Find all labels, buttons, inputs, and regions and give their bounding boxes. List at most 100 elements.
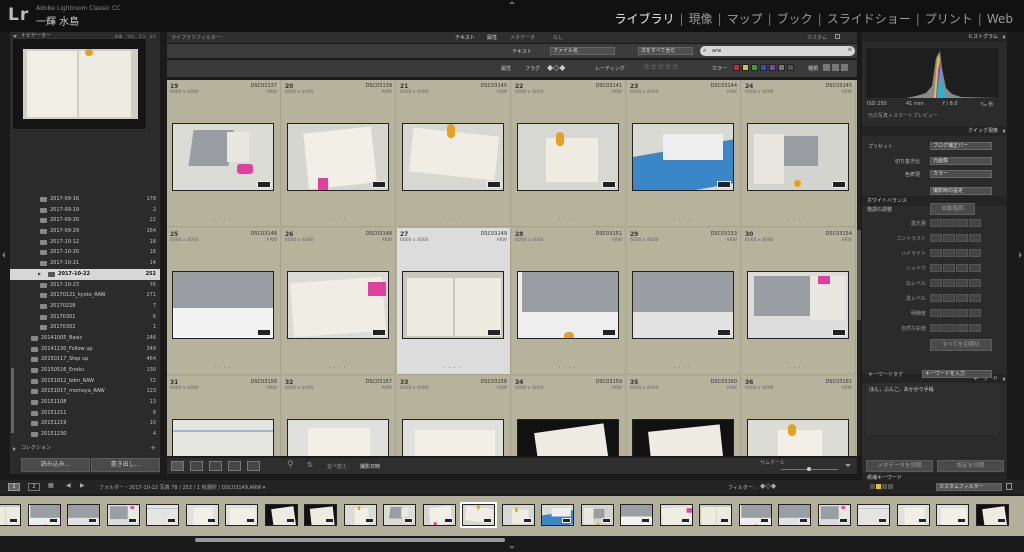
cell-thumbnail[interactable] [632, 419, 734, 456]
folder-item[interactable]: 20141005_Basic 246 [10, 333, 160, 344]
filter-tab-text[interactable]: テキスト [452, 33, 478, 42]
top-arrow-icon[interactable] [509, 1, 515, 4]
module-0[interactable]: ライブラリ [611, 10, 677, 27]
grid-scrollbar[interactable] [857, 80, 861, 456]
sort-direction-icon[interactable]: ⇅ [307, 461, 313, 469]
cell-thumbnail[interactable] [747, 271, 849, 339]
filmstrip-thumbnail[interactable] [264, 504, 298, 526]
filmstrip-thumbnail[interactable] [738, 504, 772, 526]
folder-item[interactable]: 20170301 6 [10, 312, 160, 323]
grid-cell[interactable]: 29 DSC03153 6000 x 4000 ARW ···· [627, 228, 741, 375]
histogram-header[interactable]: ヒストグラム [862, 32, 1007, 42]
rule-select[interactable]: 次をすべて含む [638, 47, 693, 55]
keyword-tag-select[interactable]: キーワードを入力 [922, 370, 992, 378]
right-edge-arrow-icon[interactable] [1019, 252, 1022, 258]
filmstrip-path[interactable]: フォルダー・2017-10-22 写真 78 / 252 / 1 枚選択 / D… [99, 484, 265, 491]
grid-cell[interactable]: 32DSC031576000 x 4000ARW···· [282, 376, 396, 456]
grid-cell[interactable]: 23 DSC03144 6000 x 4000 ARW ···· [627, 80, 741, 227]
color-filter[interactable] [733, 64, 794, 71]
filmstrip-scroll-thumb[interactable] [195, 538, 505, 542]
filmstrip-color-filter[interactable] [870, 484, 926, 490]
filmstrip-thumbnail[interactable] [975, 504, 1009, 526]
folder-item[interactable]: 2017-09-29 164 [10, 226, 160, 237]
grid-cell[interactable]: 34DSC031596000 x 4000ARW···· [512, 376, 626, 456]
compare-view-button[interactable] [209, 461, 222, 471]
cell-thumbnail[interactable] [287, 123, 389, 191]
people-view-button[interactable] [247, 461, 260, 471]
grid-cell[interactable]: 31DSC031566000 x 4000ARW···· [167, 376, 281, 456]
tone-row-buttons[interactable] [930, 219, 981, 227]
folder-item[interactable]: 20150516_Enoku 130 [10, 365, 160, 376]
grid-cell[interactable]: 26 DSC03148 6000 x 4000 ARW ···· [282, 228, 396, 375]
grid-cell[interactable]: 20 DSC03139 6000 x 4000 ARW ···· [282, 80, 396, 227]
filmstrip-thumbnail[interactable] [501, 504, 535, 526]
filmstrip-thumbnail[interactable] [383, 504, 416, 526]
filmstrip-thumbnail[interactable] [659, 504, 693, 526]
cell-thumbnail[interactable] [402, 419, 504, 456]
tone-row-buttons[interactable] [930, 294, 981, 302]
filter-tab-attribute[interactable]: 属性 [484, 33, 500, 42]
folder-item[interactable]: 2017-09-19 2 [10, 205, 160, 216]
reset-all-button[interactable]: すべてを初期化 [930, 339, 992, 351]
folder-item[interactable]: 20170121_kyoto_RAW 271 [10, 290, 160, 301]
grid-cell[interactable]: 30 DSC03154 6000 x 4000 ARW ···· [742, 228, 856, 375]
left-edge-arrow-icon[interactable] [2, 252, 5, 258]
sort-value[interactable]: 撮影日時 [360, 463, 380, 470]
folder-item[interactable]: 2017-10-20 18 [10, 247, 160, 258]
folder-expand-icon[interactable]: ▶ [38, 269, 41, 280]
folder-item[interactable]: 20151219 10 [10, 418, 160, 429]
cell-thumbnail[interactable] [632, 271, 734, 339]
folder-item[interactable]: ▶ 2017-10-22 252 [10, 268, 160, 280]
back-arrow-icon[interactable]: ◀ [66, 482, 71, 489]
folder-item[interactable]: 20170228 7 [10, 301, 160, 312]
folder-item[interactable]: 20151012_bdm_RAW 72 [10, 376, 160, 387]
cell-thumbnail[interactable] [517, 123, 619, 191]
filmstrip-thumbnail[interactable] [620, 504, 653, 526]
navigator-preview[interactable] [12, 38, 147, 130]
grid-cell[interactable]: 33DSC031586000 x 4000ARW···· [397, 376, 511, 456]
cell-thumbnail[interactable] [402, 123, 504, 191]
tone-row-buttons[interactable] [930, 234, 981, 242]
tone-row-buttons[interactable] [930, 324, 981, 332]
kind-filter[interactable] [823, 64, 853, 71]
flag-icons[interactable]: ◆◇◆ [547, 63, 565, 72]
filmstrip-thumbnail[interactable] [896, 504, 930, 526]
filmstrip-thumbnail[interactable] [27, 504, 61, 526]
cell-thumbnail[interactable] [287, 419, 389, 456]
grid-cell[interactable]: 21 DSC03140 6000 x 4000 ARW ···· [397, 80, 511, 227]
grid-view-button[interactable] [171, 461, 184, 471]
page-2-button[interactable]: 2 [28, 483, 40, 491]
filter-tab-none[interactable]: なし [550, 33, 566, 42]
color-swatch[interactable] [751, 64, 758, 71]
bottom-arrow-icon[interactable] [509, 546, 515, 549]
filmstrip-thumbnail[interactable] [225, 504, 258, 526]
spray-icon[interactable]: ⚲ [287, 460, 294, 470]
treatment-select[interactable]: カラー [930, 170, 992, 178]
sync-settings-button[interactable]: 設定を同期 [937, 460, 1004, 472]
folder-item[interactable]: 2017-10-12 18 [10, 237, 160, 248]
filmstrip-thumbnail[interactable] [936, 504, 969, 526]
folder-item[interactable]: 20151108 13 [10, 397, 160, 408]
filmstrip-thumbnail[interactable] [185, 504, 219, 526]
grid-cell[interactable]: 22 DSC03141 6000 x 4000 ARW ···· [512, 80, 626, 227]
tone-row-buttons[interactable] [930, 309, 981, 317]
grid-cell[interactable]: 36DSC031616000 x 4000ARW···· [742, 376, 856, 456]
folder-item[interactable]: 20170302 1 [10, 322, 160, 333]
wb-select[interactable]: 撮影時の設定 [930, 187, 992, 195]
filmstrip-thumbnail[interactable] [343, 504, 377, 526]
cell-thumbnail[interactable] [747, 419, 849, 456]
import-button[interactable]: 読み込み... [21, 458, 90, 472]
module-4[interactable]: スライドショー [824, 10, 914, 27]
auto-tone-button[interactable]: 自動階調 [930, 203, 975, 215]
filmstrip-scrollbar[interactable] [0, 537, 1024, 543]
grid-icon[interactable]: ▦ [48, 482, 54, 489]
filmstrip-thumbnail[interactable] [67, 504, 100, 526]
folder-item[interactable]: 2017-09-20 22 [10, 215, 160, 226]
cell-thumbnail[interactable] [287, 271, 389, 339]
module-5[interactable]: プリント [922, 10, 976, 27]
cell-thumbnail[interactable] [172, 271, 274, 339]
search-input[interactable]: ⌕ arw ⊗ [700, 46, 855, 56]
folder-item[interactable]: 2017-09-16 178 [10, 194, 160, 205]
cell-thumbnail[interactable] [517, 271, 619, 339]
filmstrip-filter-select[interactable]: カスタムフィルター [936, 483, 1002, 491]
